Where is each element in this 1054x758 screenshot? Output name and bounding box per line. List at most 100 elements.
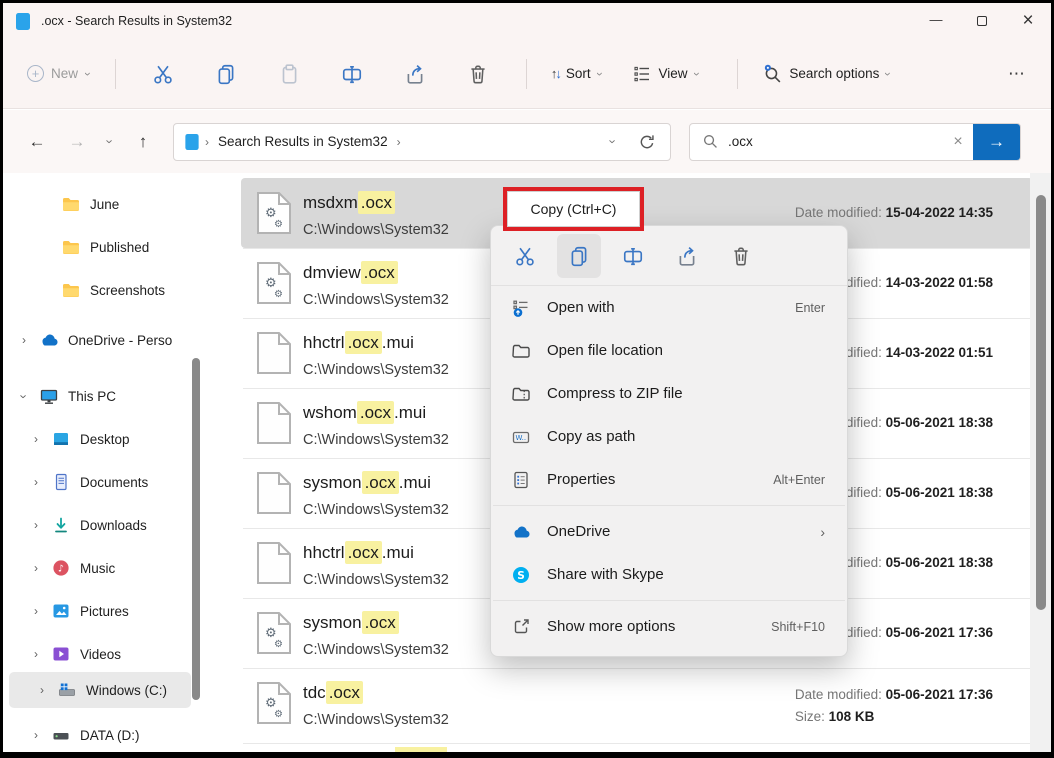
partial-next-row-highlight [395,747,447,752]
context-cut-button[interactable] [503,234,547,278]
chevron-right-icon[interactable]: › [29,604,43,618]
menu-item-share-with-skype[interactable]: S Share with Skype [491,553,847,596]
cut-button[interactable] [132,52,195,96]
address-dropdown-button[interactable]: › [596,126,630,158]
sidebar-item-pictures[interactable]: › Pictures [3,593,199,629]
file-name: wshom.ocx.mui [303,403,426,423]
menu-item-show-more-options[interactable]: Show more options Shift+F10 [491,605,847,648]
context-delete-button[interactable] [719,234,763,278]
ellipsis-icon: ⋯ [1008,64,1026,84]
chevron-right-icon[interactable]: › [17,333,31,347]
folder-icon [61,237,81,257]
paste-button[interactable] [258,52,321,96]
search-options-icon [762,63,783,84]
new-button[interactable]: + New › [17,59,99,88]
search-box[interactable]: .ocx × → [689,123,1021,161]
address-bar[interactable]: › Search Results in System32 › › [173,123,671,161]
chevron-right-icon[interactable]: › [35,683,49,697]
sidebar-item-downloads[interactable]: › Downloads [3,507,199,543]
title-bar: .ocx - Search Results in System32 — × [3,3,1051,39]
search-go-button[interactable]: → [973,123,1020,161]
drive-icon [51,725,71,745]
vertical-scrollbar[interactable] [1030,173,1051,752]
sidebar-item-documents[interactable]: › Documents [3,464,199,500]
sidebar-item-published[interactable]: Published [3,229,199,265]
sidebar-item-label: This PC [68,389,116,404]
sidebar-item-onedrive[interactable]: › OneDrive - Perso [3,322,199,358]
menu-item-copy-as-path[interactable]: W.. Copy as path [491,415,847,458]
menu-item-compress-zip[interactable]: Compress to ZIP file [491,372,847,415]
close-button[interactable]: × [1005,3,1051,39]
chevron-right-icon[interactable]: › [29,432,43,446]
downloads-icon [51,515,71,535]
chevron-right-icon[interactable]: › [29,728,43,742]
share-button[interactable] [384,52,447,96]
file-date-size: Date modified: 05-06-2021 17:36 Size: 10… [795,684,993,728]
context-copy-button[interactable] [557,234,601,278]
scissors-icon [514,245,536,267]
sidebar-scrollbar[interactable] [192,358,200,700]
menu-item-onedrive[interactable]: OneDrive › [491,510,847,553]
sidebar-item-windows-c[interactable]: › Windows (C:) [9,672,191,708]
new-button-label: New [51,66,78,81]
context-rename-button[interactable] [611,234,655,278]
sidebar-item-data-d[interactable]: › DATA (D:) [3,717,199,752]
close-icon: × [1022,10,1033,32]
up-button[interactable]: ↑ [123,123,163,161]
clear-search-button[interactable]: × [943,133,973,151]
minimize-icon: — [930,12,943,27]
sidebar-item-this-pc[interactable]: › This PC [3,378,199,414]
plus-icon: + [27,65,44,82]
menu-divider [493,505,845,506]
forward-button[interactable]: → [57,123,97,161]
minimize-button[interactable]: — [913,3,959,39]
search-highlight: .ocx [358,191,395,214]
refresh-button[interactable] [630,126,664,158]
sidebar-item-music[interactable]: › ♪ Music [3,550,199,586]
menu-item-open-with[interactable]: Open with Enter [491,286,847,329]
search-options-button[interactable]: Search options › [754,57,897,90]
chevron-expanded-icon[interactable]: › [17,394,32,398]
recent-locations-button[interactable]: › [97,123,123,161]
chevron-right-icon[interactable]: › [29,647,43,661]
chevron-right-icon[interactable]: › [29,475,43,489]
sidebar-item-videos[interactable]: › Videos [3,636,199,672]
folder-open-icon [511,341,531,361]
videos-icon [51,644,71,664]
copy-button[interactable] [195,52,258,96]
back-button[interactable]: ← [17,123,57,161]
rename-button[interactable] [321,52,384,96]
properties-icon [511,470,531,490]
menu-item-open-file-location[interactable]: Open file location [491,329,847,372]
sidebar-item-screenshots[interactable]: Screenshots [3,272,199,308]
file-name: msdxm.ocx [303,193,395,213]
scrollbar-thumb[interactable] [1036,195,1046,610]
menu-item-shortcut: Shift+F10 [771,620,825,634]
file-path: C:\Windows\System32 [303,292,449,308]
arrow-right-icon: → [988,132,1005,152]
delete-button[interactable] [447,52,510,96]
file-path: C:\Windows\System32 [303,642,449,658]
menu-item-properties[interactable]: Properties Alt+Enter [491,458,847,501]
rename-icon [622,245,644,267]
this-pc-icon [39,386,59,406]
context-share-button[interactable] [665,234,709,278]
sidebar-item-label: Documents [80,475,148,490]
file-row-tdc[interactable]: ⚙⚙ tdc.ocx C:\Windows\System32 Date modi… [241,668,1033,743]
view-button[interactable]: View › [624,58,705,90]
sidebar-item-desktop[interactable]: › Desktop [3,421,199,457]
see-more-button[interactable]: ⋯ [997,54,1037,94]
maximize-button[interactable] [959,3,1005,39]
sidebar-item-june[interactable]: June [3,186,199,222]
breadcrumb[interactable]: Search Results in System32 [218,134,388,149]
menu-item-label: Show more options [547,618,675,635]
chevron-down-icon: › [593,72,605,76]
file-name: dmview.ocx [303,263,398,283]
search-input[interactable]: .ocx [728,134,753,149]
plain-file-icon [255,330,293,381]
chevron-right-icon[interactable]: › [29,518,43,532]
folder-icon [61,280,81,300]
command-toolbar: + New › ↑↓ Sort › View [3,39,1051,109]
sort-button[interactable]: ↑↓ Sort › [543,60,609,87]
chevron-right-icon[interactable]: › [29,561,43,575]
